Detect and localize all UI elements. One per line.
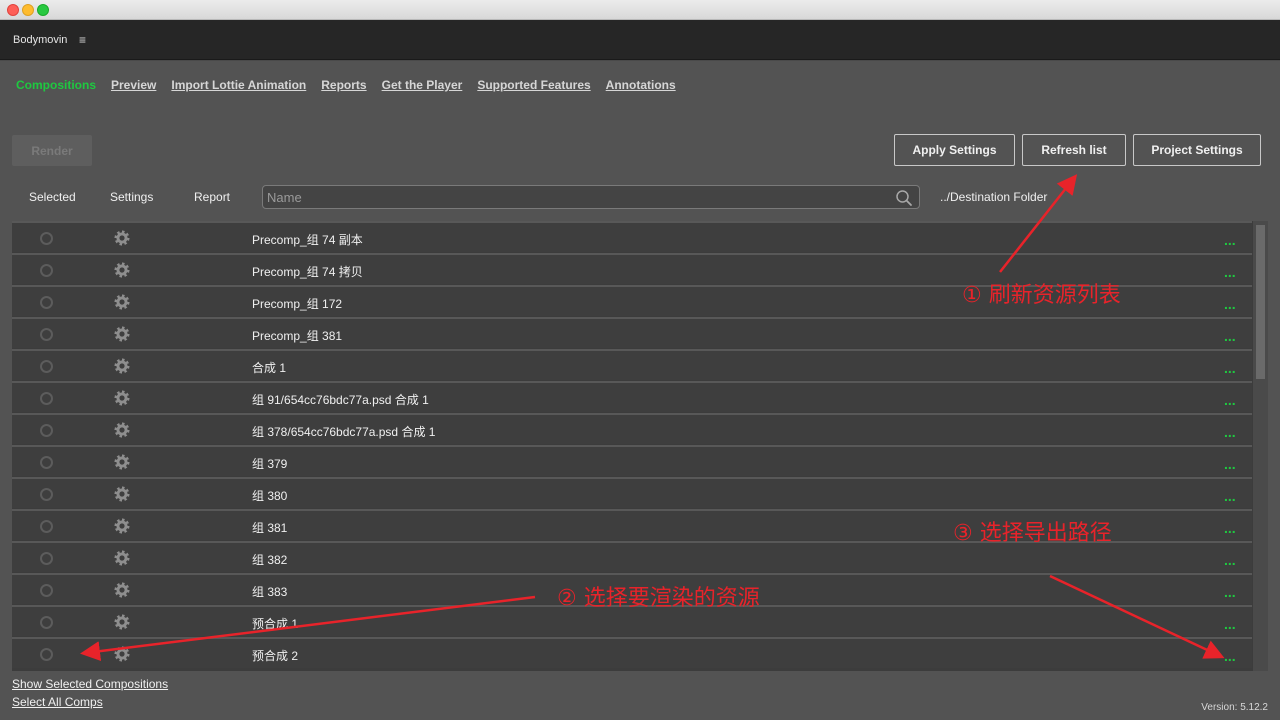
- destination-more-button[interactable]: ...: [1224, 584, 1236, 600]
- list-item: 合成 1...: [12, 349, 1252, 380]
- gear-icon[interactable]: [114, 422, 130, 438]
- nav-tabs: Compositions Preview Import Lottie Anima…: [16, 78, 691, 94]
- destination-more-button[interactable]: ...: [1224, 392, 1236, 408]
- composition-name: 组 379: [252, 457, 288, 471]
- list-item: 组 379...: [12, 445, 1252, 476]
- select-radio[interactable]: [40, 648, 53, 661]
- column-settings: Settings: [110, 190, 154, 204]
- annotation-export-path: ③ 选择导出路径: [953, 521, 1112, 546]
- composition-name: 组 380: [252, 489, 288, 503]
- window-titlebar: [0, 0, 1280, 20]
- annotation-refresh-list: ① 刷新资源列表: [962, 283, 1121, 308]
- close-window-button[interactable]: [7, 4, 19, 16]
- select-radio[interactable]: [40, 264, 53, 277]
- select-radio[interactable]: [40, 552, 53, 565]
- search-icon[interactable]: [895, 189, 913, 207]
- column-report: Report: [194, 190, 231, 204]
- gear-icon[interactable]: [114, 454, 130, 470]
- gear-icon[interactable]: [114, 614, 130, 630]
- composition-name: 合成 1: [252, 361, 287, 375]
- list-scrollbar[interactable]: [1253, 221, 1268, 671]
- destination-more-button[interactable]: ...: [1224, 360, 1236, 376]
- list-item: 组 380...: [12, 477, 1252, 508]
- composition-name: 预合成 1: [252, 617, 299, 631]
- gear-icon[interactable]: [114, 582, 130, 598]
- composition-name: 预合成 2: [252, 649, 299, 663]
- version-label: Version: 5.12.2: [1201, 702, 1268, 713]
- select-radio[interactable]: [40, 360, 53, 373]
- composition-name: 组 91/654cc76bdc77a.psd 合成 1: [252, 393, 429, 407]
- destination-more-button[interactable]: ...: [1224, 648, 1236, 664]
- destination-more-button[interactable]: ...: [1224, 520, 1236, 536]
- search-input[interactable]: [267, 188, 887, 206]
- composition-name: 组 381: [252, 521, 288, 535]
- destination-more-button[interactable]: ...: [1224, 264, 1236, 280]
- render-button[interactable]: Render: [12, 135, 92, 166]
- select-radio[interactable]: [40, 520, 53, 533]
- select-radio[interactable]: [40, 488, 53, 501]
- destination-more-button[interactable]: ...: [1224, 616, 1236, 632]
- project-settings-button[interactable]: Project Settings: [1133, 134, 1261, 166]
- select-radio[interactable]: [40, 616, 53, 629]
- destination-more-button[interactable]: ...: [1224, 552, 1236, 568]
- destination-more-button[interactable]: ...: [1224, 232, 1236, 248]
- select-radio[interactable]: [40, 584, 53, 597]
- minimize-window-button[interactable]: [22, 4, 34, 16]
- gear-icon[interactable]: [114, 358, 130, 374]
- gear-icon[interactable]: [114, 326, 130, 342]
- composition-name: 组 383: [252, 585, 288, 599]
- select-radio[interactable]: [40, 328, 53, 341]
- destination-more-button[interactable]: ...: [1224, 328, 1236, 344]
- select-radio[interactable]: [40, 232, 53, 245]
- list-item: 组 91/654cc76bdc77a.psd 合成 1...: [12, 381, 1252, 412]
- composition-name: Precomp_组 74 副本: [252, 233, 363, 247]
- select-all-comps-link[interactable]: Select All Comps: [12, 695, 103, 709]
- gear-icon[interactable]: [114, 230, 130, 246]
- list-item: 预合成 2...: [12, 637, 1252, 668]
- column-destination-folder: ../Destination Folder: [940, 190, 1048, 204]
- column-selected: Selected: [29, 190, 76, 204]
- select-radio[interactable]: [40, 392, 53, 405]
- tab-import-lottie[interactable]: Import Lottie Animation: [171, 78, 306, 94]
- gear-icon[interactable]: [114, 646, 130, 662]
- list-item: 组 378/654cc76bdc77a.psd 合成 1...: [12, 413, 1252, 444]
- composition-name: Precomp_组 381: [252, 329, 343, 343]
- show-selected-compositions-link[interactable]: Show Selected Compositions: [12, 677, 168, 691]
- zoom-window-button[interactable]: [37, 4, 49, 16]
- panel-title: Bodymovin: [13, 34, 68, 46]
- tab-get-player[interactable]: Get the Player: [382, 78, 463, 94]
- tab-reports[interactable]: Reports: [321, 78, 366, 94]
- tab-supported-features[interactable]: Supported Features: [477, 78, 590, 94]
- apply-settings-button[interactable]: Apply Settings: [894, 134, 1015, 166]
- gear-icon[interactable]: [114, 262, 130, 278]
- panel-header: Bodymovin ≡: [0, 20, 1280, 60]
- list-item: Precomp_组 74 副本...: [12, 221, 1252, 252]
- list-item: Precomp_组 381...: [12, 317, 1252, 348]
- composition-name: Precomp_组 74 拷贝: [252, 265, 363, 279]
- tab-compositions[interactable]: Compositions: [16, 78, 96, 94]
- composition-name: 组 378/654cc76bdc77a.psd 合成 1: [252, 425, 436, 439]
- annotation-select-resources: ② 选择要渲染的资源: [557, 586, 760, 611]
- select-radio[interactable]: [40, 456, 53, 469]
- destination-more-button[interactable]: ...: [1224, 456, 1236, 472]
- destination-more-button[interactable]: ...: [1224, 424, 1236, 440]
- gear-icon[interactable]: [114, 518, 130, 534]
- composition-name: Precomp_组 172: [252, 297, 343, 311]
- search-box: [262, 185, 920, 209]
- tab-preview[interactable]: Preview: [111, 78, 156, 94]
- gear-icon[interactable]: [114, 486, 130, 502]
- scrollbar-thumb[interactable]: [1256, 225, 1265, 379]
- main-content: Compositions Preview Import Lottie Anima…: [0, 61, 1280, 720]
- destination-more-button[interactable]: ...: [1224, 488, 1236, 504]
- destination-more-button[interactable]: ...: [1224, 296, 1236, 312]
- gear-icon[interactable]: [114, 390, 130, 406]
- composition-name: 组 382: [252, 553, 288, 567]
- select-radio[interactable]: [40, 424, 53, 437]
- panel-menu-icon[interactable]: ≡: [79, 33, 86, 47]
- gear-icon[interactable]: [114, 294, 130, 310]
- select-radio[interactable]: [40, 296, 53, 309]
- gear-icon[interactable]: [114, 550, 130, 566]
- tab-annotations[interactable]: Annotations: [606, 78, 676, 94]
- refresh-list-button[interactable]: Refresh list: [1022, 134, 1126, 166]
